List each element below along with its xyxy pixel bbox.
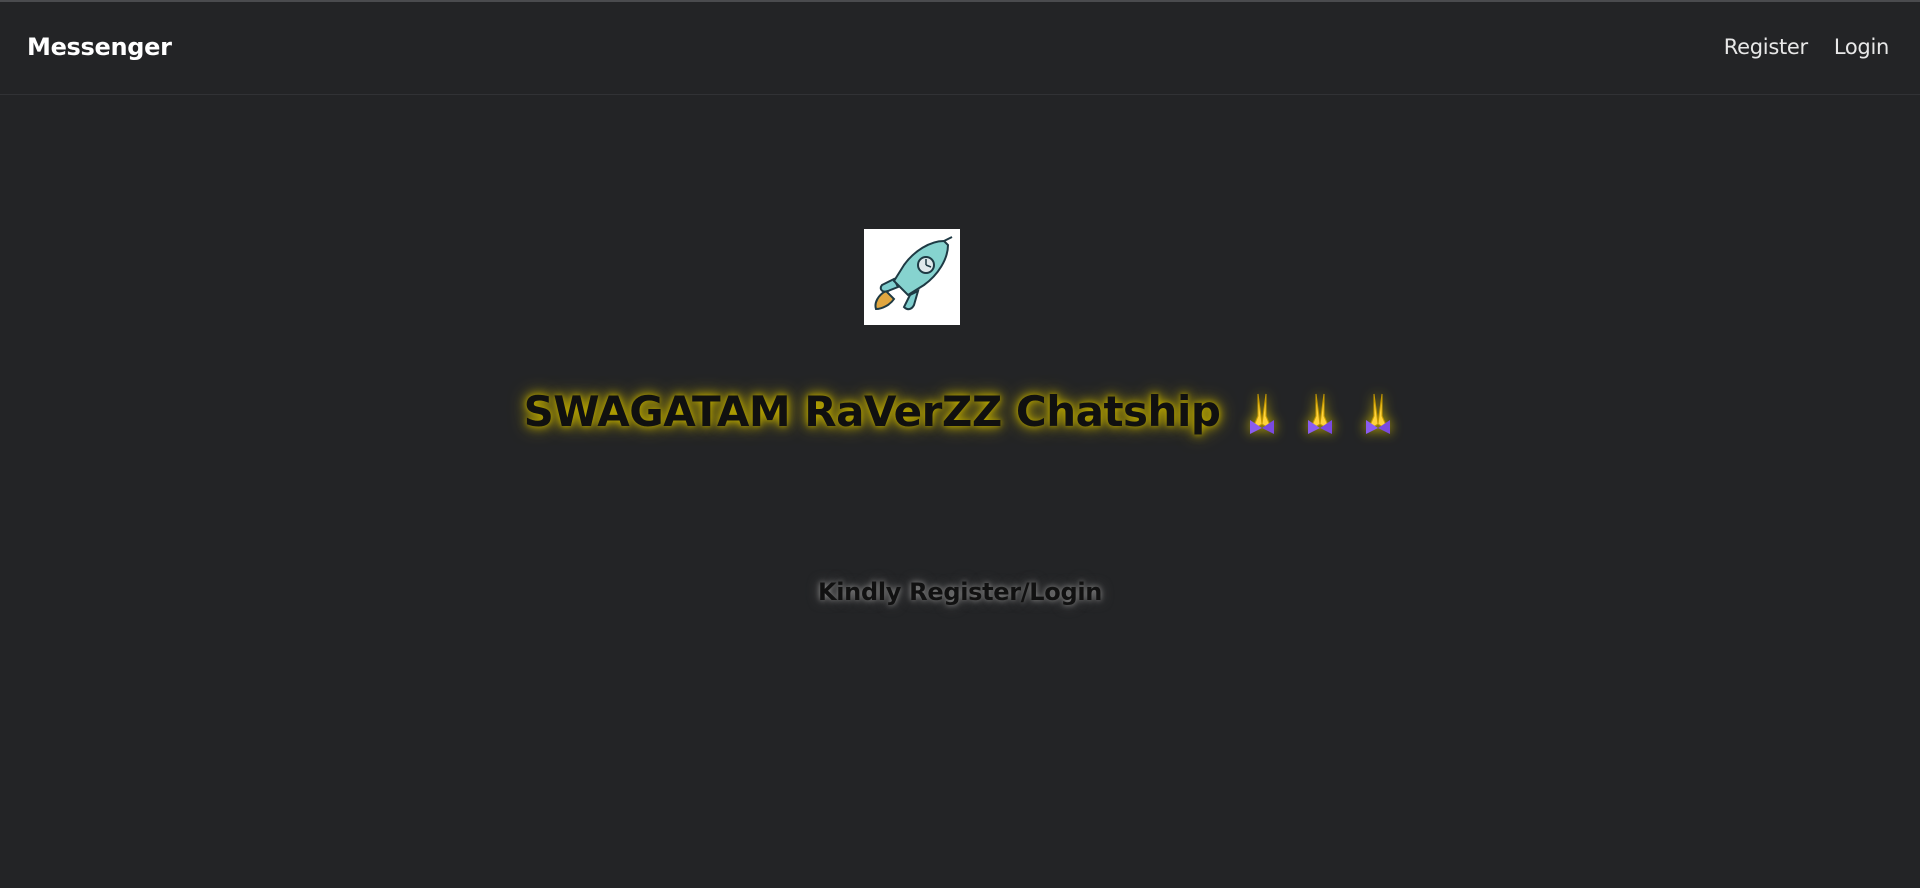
navbar: Messenger Register Login: [0, 2, 1920, 95]
emoji-group: [1244, 390, 1396, 434]
folded-hands-icon: [1366, 393, 1391, 434]
login-link[interactable]: Login: [1821, 35, 1902, 59]
hero-headline-row: SWAGATAM RaVerZZ Chatship: [0, 387, 1920, 436]
folded-hands-icon: [1250, 393, 1275, 434]
brand-link[interactable]: Messenger: [27, 33, 172, 61]
nav-links: Register Login: [1711, 35, 1902, 59]
hero-title: SWAGATAM RaVerZZ Chatship: [523, 387, 1221, 436]
rocket-icon: [864, 229, 960, 325]
register-link[interactable]: Register: [1711, 35, 1821, 59]
folded-hands-icon: [1308, 393, 1333, 434]
hero-subtitle: Kindly Register/Login: [817, 578, 1103, 606]
